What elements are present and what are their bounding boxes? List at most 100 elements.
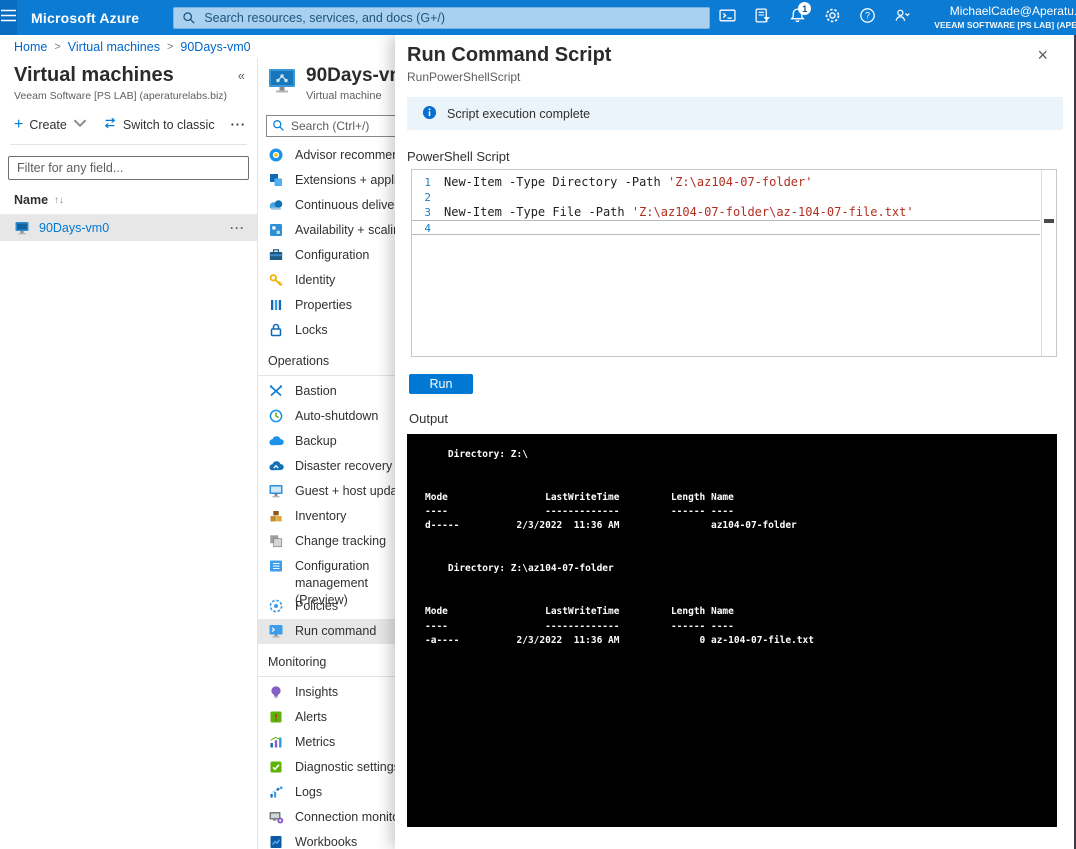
info-icon xyxy=(422,105,437,123)
sidebar-item-label: Auto-shutdown xyxy=(295,409,379,424)
sidebar-item-label: Workbooks xyxy=(295,835,358,849)
diagnostic-settings-icon xyxy=(268,759,284,775)
connection-monitor-icon xyxy=(268,809,284,825)
sidebar-item-label: Logs xyxy=(295,785,323,800)
feedback-icon xyxy=(894,7,911,29)
create-button[interactable]: + Create xyxy=(14,116,87,133)
output-console: Directory: Z:\ Mode LastWriteTime Length… xyxy=(407,434,1057,827)
editor-scrollbar-thumb[interactable] xyxy=(1044,219,1054,223)
vm-blade-menu: 90Days-vm0 Virtual machine Advisor recom… xyxy=(258,58,453,849)
global-search-input[interactable] xyxy=(173,6,711,29)
auto-shutdown-icon xyxy=(268,408,284,424)
run-command-script-panel: Run Command Script × RunPowerShellScript… xyxy=(395,35,1076,849)
azure-brand-link[interactable]: Microsoft Azure xyxy=(31,10,139,26)
sidebar-item-run-command[interactable]: Run command xyxy=(258,618,395,644)
sidebar-item-label: Properties xyxy=(295,298,352,313)
sidebar-item-availability-scaling[interactable]: Availability + scaling xyxy=(258,218,407,243)
feedback-button[interactable] xyxy=(885,0,920,35)
vm-toolbar: + Create Switch to classic ··· xyxy=(0,102,257,144)
sidebar-item-metrics[interactable]: Metrics xyxy=(258,730,395,755)
sidebar-item-properties[interactable]: Properties xyxy=(258,293,395,318)
breadcrumb-separator: > xyxy=(54,40,61,53)
status-banner-text: Script execution complete xyxy=(447,106,591,121)
switch-to-classic-button[interactable]: Switch to classic xyxy=(103,116,215,133)
sidebar-item-guest-host-updates[interactable]: Guest + host updates xyxy=(258,479,414,504)
sidebar-item-workbooks[interactable]: Workbooks xyxy=(258,830,395,849)
sidebar-item-alerts[interactable]: Alerts xyxy=(258,705,395,730)
sidebar-item-label: Metrics xyxy=(295,735,336,750)
configuration-icon xyxy=(268,247,284,263)
more-actions-button[interactable]: ··· xyxy=(231,118,247,132)
sidebar-item-auto-shutdown[interactable]: Auto-shutdown xyxy=(258,404,395,429)
guest-host-updates-icon xyxy=(268,483,284,499)
cloud-shell-button[interactable] xyxy=(710,0,745,35)
run-button[interactable]: Run xyxy=(409,374,473,394)
virtual-machines-panel: Virtual machines « Veeam Software [PS LA… xyxy=(0,58,258,849)
sidebar-item-backup[interactable]: Backup xyxy=(258,429,395,454)
sidebar-item-configuration-management-preview[interactable]: Configuration management (Preview) xyxy=(258,554,395,607)
sidebar-item-label: Inventory xyxy=(295,509,347,524)
breadcrumb-link[interactable]: Virtual machines xyxy=(68,40,160,54)
name-column-header[interactable]: Name ↑↓ xyxy=(0,180,257,214)
sidebar-item-configuration[interactable]: Configuration xyxy=(258,243,395,268)
breadcrumb-link[interactable]: 90Days-vm0 xyxy=(180,40,250,54)
sidebar-item-label: Locks xyxy=(295,323,328,338)
sidebar-item-label: Policies xyxy=(295,599,339,614)
sidebar-item-disaster-recovery[interactable]: Disaster recovery xyxy=(258,454,395,479)
editor-line-4[interactable]: 4 xyxy=(412,220,1040,235)
code-text: New-Item -Type Directory -Path 'Z:\az104… xyxy=(444,175,813,189)
editor-line-2[interactable]: 2 xyxy=(412,190,1040,205)
line-number: 1 xyxy=(424,176,431,189)
table-row[interactable]: 90Days-vm0 ··· xyxy=(0,215,257,241)
notifications-bell-button[interactable]: 1 xyxy=(780,0,815,35)
sidebar-item-extensions-applications[interactable]: Extensions + applications xyxy=(258,168,436,193)
vm-name-link[interactable]: 90Days-vm0 xyxy=(39,221,230,235)
sidebar-item-advisor-recommendations[interactable]: Advisor recommendations xyxy=(258,143,440,168)
sidebar-item-label: Change tracking xyxy=(295,534,387,549)
line-number: 4 xyxy=(424,222,431,235)
hamburger-icon xyxy=(0,7,17,29)
help-button[interactable]: ? xyxy=(850,0,885,35)
sidebar-item-diagnostic-settings[interactable]: Diagnostic settings xyxy=(258,755,400,780)
plus-icon: + xyxy=(14,115,24,133)
filter-input[interactable] xyxy=(8,156,249,180)
editor-scrollbar[interactable] xyxy=(1041,170,1056,356)
account-menu[interactable]: MichaelCade@Aperatu... VEEAM SOFTWARE [P… xyxy=(934,4,1076,31)
script-editor[interactable]: 1 New-Item -Type Directory -Path 'Z:\az10… xyxy=(411,169,1057,357)
sidebar-item-connection-monitor-classic[interactable]: Connection monitor (classic) xyxy=(258,805,453,830)
editor-line-1[interactable]: 1 New-Item -Type Directory -Path 'Z:\az10… xyxy=(412,175,1040,190)
directory-filter-icon xyxy=(754,7,771,29)
section-divider xyxy=(258,374,395,376)
configuration-management-icon xyxy=(268,558,284,574)
settings-gear-button[interactable] xyxy=(815,0,850,35)
svg-text:?: ? xyxy=(865,10,870,20)
sidebar-item-label: Run command xyxy=(295,624,377,639)
sidebar-item-bastion[interactable]: Bastion xyxy=(258,379,395,404)
editor-line-3[interactable]: 3 New-Item -Type File -Path 'Z:\az104-07-… xyxy=(412,205,1040,220)
topbar-icon-buttons: 1? xyxy=(710,0,920,35)
sort-arrows-icon: ↑↓ xyxy=(54,194,65,206)
sidebar-item-change-tracking[interactable]: Change tracking xyxy=(258,529,395,554)
sidebar-item-insights[interactable]: Insights xyxy=(258,680,395,705)
sidebar-item-continuous-delivery[interactable]: Continuous delivery xyxy=(258,193,405,218)
sidebar-item-inventory[interactable]: Inventory xyxy=(258,504,395,529)
row-more-button[interactable]: ··· xyxy=(230,221,245,235)
help-icon: ? xyxy=(859,7,876,29)
line-number: 3 xyxy=(424,206,431,219)
panel-subtitle: RunPowerShellScript xyxy=(407,70,521,84)
bastion-icon xyxy=(268,383,284,399)
sidebar-item-locks[interactable]: Locks xyxy=(258,318,395,343)
code-text: New-Item -Type File -Path 'Z:\az104-07-f… xyxy=(444,205,914,219)
sidebar-item-label: Configuration xyxy=(295,248,370,263)
blade-search-input[interactable] xyxy=(266,114,401,137)
collapse-panel-button[interactable]: « xyxy=(238,68,245,83)
hamburger-menu-button[interactable] xyxy=(0,0,17,35)
main-content: Home > Virtual machines >90Days-vm0 Virtual… xyxy=(0,35,1076,849)
policies-icon xyxy=(268,598,284,614)
sidebar-item-logs[interactable]: Logs xyxy=(258,780,395,805)
user-tenant: VEEAM SOFTWARE [PS LAB] (APE... xyxy=(934,19,1076,30)
breadcrumb-link[interactable]: Home xyxy=(14,40,47,54)
directory-filter-button[interactable] xyxy=(745,0,780,35)
close-icon[interactable]: × xyxy=(1033,44,1052,66)
sidebar-item-identity[interactable]: Identity xyxy=(258,268,395,293)
